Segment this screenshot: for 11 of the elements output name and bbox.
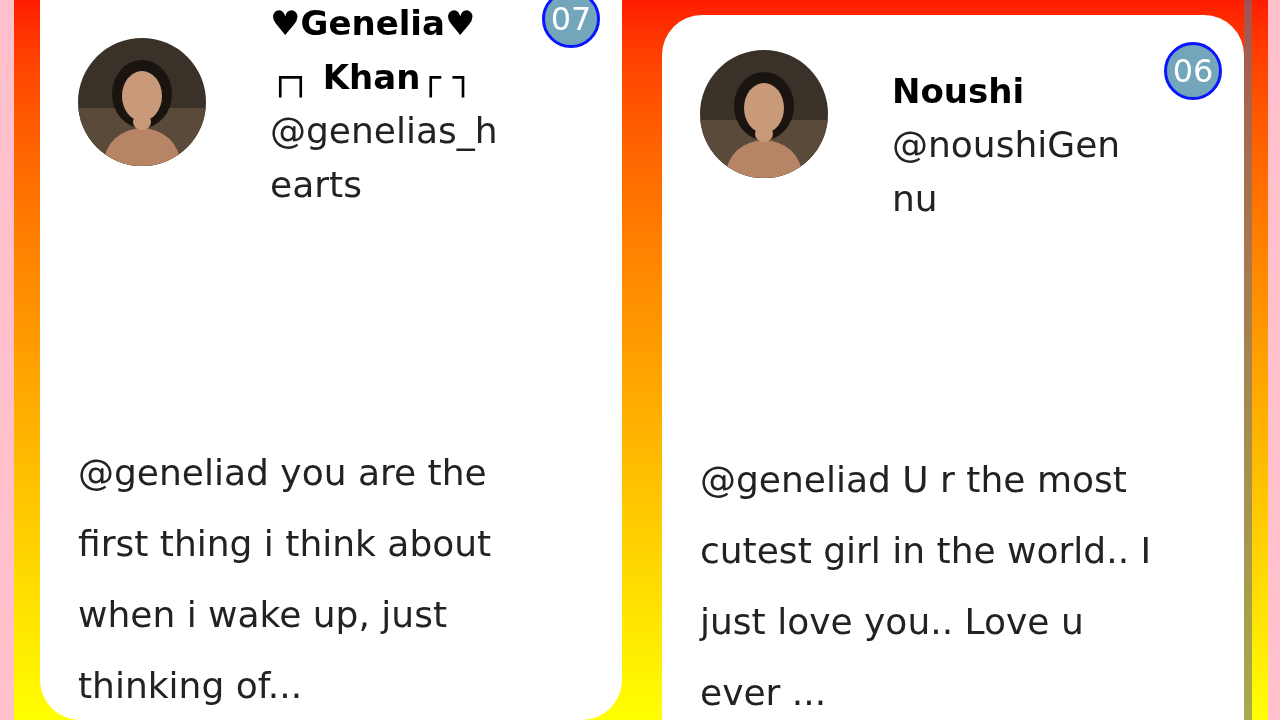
count-badge: 07 bbox=[542, 0, 600, 48]
user-handle[interactable]: @noushiGennu bbox=[892, 118, 1140, 226]
user-handle[interactable]: @genelias_hearts bbox=[270, 104, 518, 212]
tweet-card[interactable]: Noushi @noushiGennu 06 @geneliad U r the most cutest girl in the world.. I just love you.. Love u ever ... bbox=[662, 15, 1244, 720]
scroll-bar[interactable] bbox=[1244, 0, 1252, 720]
user-name: ♥Genelia♥ ┌┐ Khan┌ ┐ bbox=[270, 2, 477, 100]
tweet-text: @geneliad you are the first thing i think about when i wake up, just thinking of... bbox=[78, 451, 493, 708]
user-name: Noushi bbox=[892, 70, 1026, 113]
count-badge: 06 bbox=[1164, 42, 1222, 100]
tweet-card[interactable]: ♥Genelia♥ ┌┐ Khan┌ ┐ @genelias_hearts 07 @geneliad you are the first thing i think about when i wake up, just thinking of... bbox=[40, 0, 622, 720]
tweet-text: @geneliad U r the most cutest girl in the world.. I just love you.. Love u ever ... bbox=[700, 458, 1153, 715]
